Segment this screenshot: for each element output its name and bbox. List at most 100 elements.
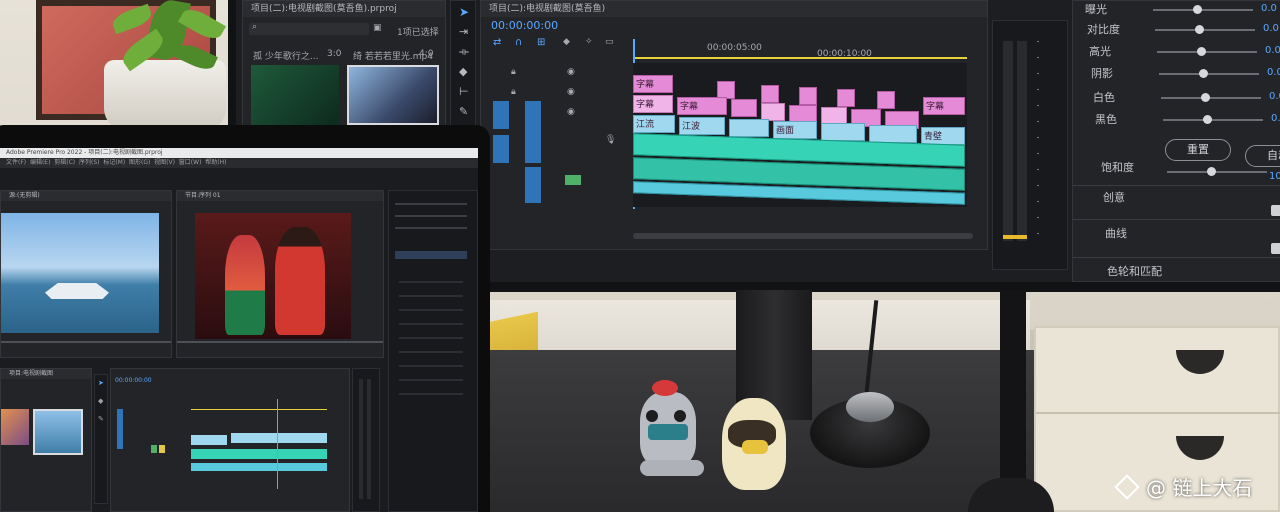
slider-knob[interactable] [1197, 47, 1206, 56]
reset-button[interactable]: 重置 [1165, 139, 1231, 161]
section-curves[interactable]: 曲线 [1105, 225, 1127, 241]
snap-icon[interactable]: ⇄ [493, 37, 501, 48]
menu-item-help[interactable]: 帮助(H) [205, 159, 226, 166]
clip-thumbnail[interactable] [251, 65, 339, 125]
menu-item-window[interactable]: 窗口(W) [179, 159, 202, 166]
menu-item-edit[interactable]: 编辑(E) [30, 159, 50, 166]
menu-item-graphics[interactable]: 图形(G) [129, 159, 150, 166]
contrast-slider[interactable] [1155, 29, 1255, 31]
selection-tool-icon[interactable]: ➤ [459, 5, 469, 19]
audio-source-patch[interactable] [525, 167, 541, 203]
menu-item-markers[interactable]: 标记(M) [103, 159, 125, 166]
track-select-icon[interactable]: ⇥ [459, 25, 468, 38]
link-icon[interactable]: ∩ [515, 37, 522, 48]
creative-checkbox[interactable] [1271, 205, 1280, 216]
pen-tool-icon[interactable]: ✎ [459, 105, 468, 118]
folder-icon[interactable]: ▣ [373, 23, 382, 33]
timeline-clip[interactable] [191, 449, 327, 459]
menu-item-clip[interactable]: 剪辑(C) [54, 159, 75, 166]
slider-knob[interactable] [1199, 69, 1208, 78]
caption-icon[interactable]: ▭ [605, 37, 614, 47]
control-value[interactable]: 0.0 [1267, 67, 1280, 78]
control-value[interactable]: 0.0 [1271, 113, 1280, 124]
highlights-slider[interactable] [1157, 51, 1257, 53]
auto-button[interactable]: 自动 [1245, 145, 1280, 167]
lock-icon[interactable]: 🔒︎ [511, 67, 516, 77]
track-target-v2[interactable] [493, 101, 509, 129]
title-clip[interactable]: 江流 [633, 115, 675, 133]
title-clip[interactable]: 江波 [679, 117, 725, 135]
timeline-timecode[interactable]: 00:00:00:00 [491, 19, 558, 32]
curves-checkbox[interactable] [1271, 243, 1280, 254]
timeline-clip[interactable] [231, 433, 327, 443]
control-value[interactable]: 0.0 [1265, 45, 1280, 56]
exposure-slider[interactable] [1153, 9, 1253, 11]
timeline-clip[interactable] [191, 435, 227, 445]
timeline-scrollbar[interactable] [633, 233, 973, 239]
selected-effect-row[interactable] [395, 251, 467, 259]
subtitle-clip[interactable]: 字幕 [923, 97, 965, 115]
slider-knob[interactable] [1201, 93, 1210, 102]
saturation-value[interactable]: 100.0 [1269, 171, 1280, 182]
subtitle-clip[interactable] [837, 89, 855, 107]
project-search-input[interactable]: ⌕ [249, 22, 369, 35]
text-clip[interactable]: 字幕 [633, 95, 673, 113]
section-color-wheels[interactable]: 色轮和匹配 [1107, 263, 1162, 279]
text-clip[interactable]: 字幕 [677, 97, 727, 115]
selection-tool-icon[interactable]: ➤ [98, 379, 104, 387]
whites-slider[interactable] [1161, 97, 1261, 99]
blacks-slider[interactable] [1163, 119, 1263, 121]
ripple-edit-icon[interactable]: ⟛ [459, 45, 469, 59]
laptop-timecode[interactable]: 00:00:00:00 [115, 377, 152, 384]
subtitle-clip[interactable] [799, 87, 817, 105]
source-scrubber[interactable] [1, 341, 171, 343]
control-value[interactable]: 0.0 [1269, 91, 1280, 102]
clip-thumbnail-selected[interactable] [347, 65, 439, 125]
section-creative[interactable]: 创意 [1103, 189, 1125, 205]
eye-icon[interactable]: ◉ [567, 67, 575, 77]
text-clip[interactable] [731, 99, 757, 117]
title-clip[interactable]: 画面 [773, 121, 817, 139]
wrench-icon[interactable]: ✧ [585, 37, 593, 47]
slider-knob[interactable] [1207, 167, 1216, 176]
pen-tool-icon[interactable]: ✎ [98, 415, 104, 423]
track-source-patch[interactable] [525, 101, 541, 163]
timeline-clip[interactable] [191, 463, 327, 471]
title-clip[interactable]: 青壁 [921, 127, 965, 145]
bin-thumbnail-selected[interactable] [33, 409, 83, 455]
source-video-frame[interactable] [1, 213, 159, 333]
mute-toggle[interactable] [151, 445, 157, 453]
control-value[interactable]: 0.0 [1261, 3, 1277, 14]
bin-thumbnail[interactable] [1, 409, 29, 445]
menu-item-view[interactable]: 视图(V) [154, 159, 175, 166]
title-clip[interactable] [869, 125, 917, 143]
slider-knob[interactable] [1193, 5, 1202, 14]
control-value[interactable]: 0.0 [1263, 23, 1279, 34]
slider-knob[interactable] [1195, 25, 1204, 34]
work-area-bar[interactable] [633, 57, 967, 59]
subtitle-clip[interactable] [761, 85, 779, 103]
pin-icon[interactable]: ◆ [563, 37, 570, 47]
solo-toggle[interactable] [159, 445, 165, 453]
program-scrubber[interactable] [177, 341, 383, 343]
mute-toggle[interactable] [565, 175, 581, 185]
saturation-slider[interactable] [1167, 171, 1267, 173]
slip-tool-icon[interactable]: ⊢ [459, 85, 469, 98]
menu-item-sequence[interactable]: 序列(S) [79, 159, 100, 166]
subtitle-clip[interactable]: 字幕 [633, 75, 673, 93]
slider-knob[interactable] [1203, 115, 1212, 124]
razor-icon[interactable]: ◆ [459, 65, 467, 78]
marker-icon[interactable]: ⊞ [537, 37, 545, 48]
menu-item-file[interactable]: 文件(F) [6, 159, 26, 166]
lock-icon[interactable]: 🔒︎ [511, 87, 516, 97]
title-clip[interactable] [821, 123, 865, 141]
eye-icon[interactable]: ◉ [567, 87, 575, 97]
track-target[interactable] [117, 409, 123, 449]
title-clip[interactable] [729, 119, 769, 137]
shadows-slider[interactable] [1159, 73, 1259, 75]
mic-icon[interactable]: 🎙︎ [605, 135, 616, 145]
eye-icon[interactable]: ◉ [567, 107, 575, 117]
playhead[interactable] [277, 399, 278, 489]
subtitle-clip[interactable] [877, 91, 895, 109]
track-target-v1[interactable] [493, 135, 509, 163]
